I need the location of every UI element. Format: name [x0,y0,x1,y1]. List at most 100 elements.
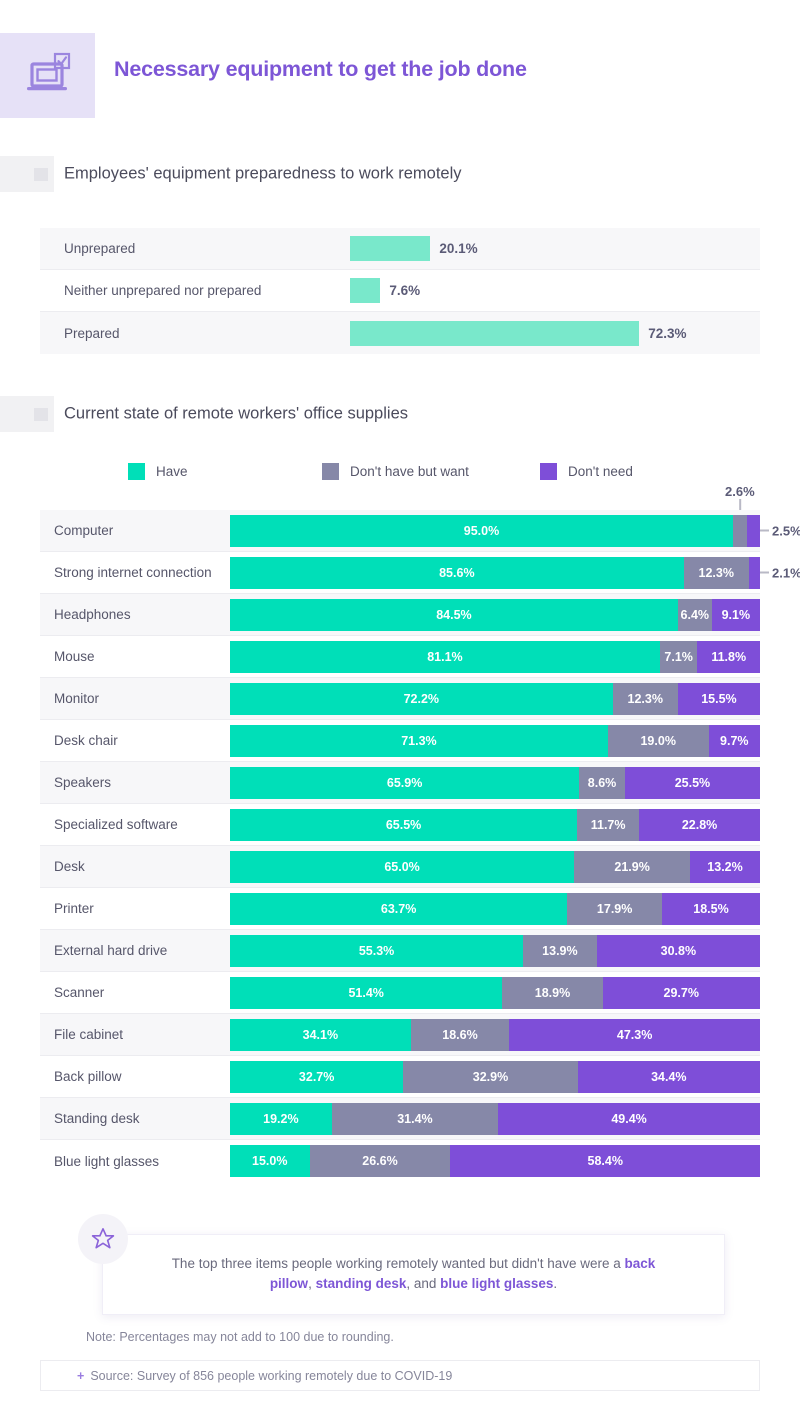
supplies-bar-track: 34.1% 18.6% 47.3% [230,1014,760,1055]
legend-label: Don't have but want [350,463,469,479]
supplies-bar-track: 84.5% 6.4% 9.1% [230,594,760,635]
segment-dont-need: 11.8% [697,640,760,673]
segment-have: 65.0% [230,850,575,883]
supplies-row: File cabinet 34.1% 18.6% 47.3% [40,1014,760,1056]
highlight-part4: . [553,1276,558,1292]
section-header-supplies: Current state of remote workers' office … [0,396,800,432]
highlight-text: The top three items people working remot… [102,1234,725,1315]
preparedness-row-label: Prepared [64,325,120,341]
segment-dont-have-but-want [732,514,747,547]
segment-have: 81.1% [230,640,660,673]
segment-have: 72.2% [230,682,613,715]
section-title-supplies: Current state of remote workers' office … [64,404,408,423]
preparedness-row-label: Unprepared [64,241,136,256]
callout-leader-line [760,529,769,532]
segment-value-label: 12.3% [627,691,663,706]
segment-value-label: 55.3% [358,943,395,958]
office-supplies-chart: Computer 95.0% 2.6% 2.5% Strong internet con… [40,484,800,1182]
callout-leader-line [738,499,741,510]
supplies-stacked-bar: 85.6% 12.3% [230,556,760,589]
legend-item-don-t-need[interactable]: Don't need [540,462,633,480]
segment-value-label: 58.4% [587,1154,623,1168]
segment-value-label: 2.1% [772,565,800,580]
supplies-row: Headphones 84.5% 6.4% 9.1% [40,594,760,636]
segment-value-label: 21.9% [614,859,650,874]
segment-have: 85.6% [230,556,684,589]
segment-have: 51.4% [230,976,503,1009]
segment-value-label: 13.2% [707,859,743,874]
segment-dont-need [748,556,760,589]
segment-dont-need: 22.8% [639,808,760,841]
preparedness-row: Neither unprepared nor prepared 7.6% [40,270,760,312]
segment-callout-top: 2.6% [725,484,755,510]
legend-item-have[interactable]: Have [128,462,188,480]
supplies-row-label: Standing desk [54,1111,140,1126]
segment-value-label: 12.3% [698,565,734,580]
segment-dont-have-but-want: 7.1% [659,640,698,673]
segment-dont-need: 34.4% [577,1060,760,1093]
source-box[interactable]: + Source: Survey of 856 people working r… [40,1360,760,1391]
segment-dont-have-but-want: 11.7% [577,808,640,841]
supplies-stacked-bar: 84.5% 6.4% 9.1% [230,598,760,631]
segment-value-label: 85.6% [439,565,475,580]
preparedness-bar-track: 20.1% [350,228,760,269]
segment-value-label: 2.6% [725,484,755,499]
supplies-row-label: Scanner [54,985,105,1000]
supplies-row-label: Specialized software [54,817,178,832]
segment-value-label: 34.4% [651,1069,687,1084]
segment-value-label: 15.5% [701,691,737,706]
supplies-stacked-bar: 19.2% 31.4% 49.4% [230,1102,760,1135]
preparedness-bar-value: 7.6% [389,283,421,298]
supplies-row: Back pillow 32.7% 32.9% 34.4% [40,1056,760,1098]
supplies-stacked-bar: 51.4% 18.9% 29.7% [230,976,760,1009]
supplies-bar-track: 51.4% 18.9% 29.7% [230,972,760,1013]
supplies-stacked-bar: 65.5% 11.7% 22.8% [230,808,760,841]
expand-plus-icon[interactable]: + [77,1369,84,1383]
segment-dont-need: 18.5% [662,892,760,925]
segment-callout-right: 2.1% [760,565,800,580]
legend-swatch-icon [128,462,145,480]
segment-value-label: 11.7% [590,817,626,832]
segment-dont-have-but-want: 12.3% [612,682,678,715]
supplies-stacked-bar: 81.1% 7.1% 11.8% [230,640,760,673]
segment-have: 32.7% [230,1060,404,1093]
segment-value-label: 26.6% [362,1154,398,1168]
legend-item-don-t-have-but-want[interactable]: Don't have but want [322,462,469,480]
segment-have: 95.0% [230,514,733,547]
segment-dont-have-but-want: 31.4% [331,1102,499,1135]
supplies-row: Speakers 65.9% 8.6% 25.5% [40,762,760,804]
segment-value-label: 84.5% [436,607,472,622]
supplies-bar-track: 95.0% 2.6% 2.5% [230,484,800,551]
supplies-row-label: Back pillow [54,1069,122,1084]
segment-value-label: 65.0% [384,859,420,874]
section-header-preparedness: Employees' equipment preparedness to wor… [0,156,800,192]
supplies-row: Printer 63.7% 17.9% 18.5% [40,888,760,930]
segment-value-label: 32.9% [472,1069,509,1084]
supplies-row-label: Headphones [54,607,131,622]
segment-have: 63.7% [230,892,568,925]
callout-leader-line [760,571,769,574]
segment-have: 65.5% [230,808,578,841]
preparedness-bar-track: 72.3% [350,312,760,354]
supplies-stacked-bar: 95.0% [230,514,760,547]
segment-value-label: 49.4% [611,1111,647,1126]
segment-dont-need: 30.8% [596,934,760,967]
supplies-row-label: Strong internet connection [54,565,212,580]
highlight-part1: The top three items people working remot… [171,1256,625,1271]
segment-value-label: 25.5% [674,775,711,790]
supplies-row: Specialized software 65.5% 11.7% 22.8% [40,804,760,846]
segment-value-label: 19.0% [640,733,676,748]
preparedness-row: Prepared 72.3% [40,312,760,354]
supplies-bar-track: 71.3% 19.0% 9.7% [230,720,760,761]
supplies-row: Monitor 72.2% 12.3% 15.5% [40,678,760,720]
legend-swatch-icon [540,462,557,480]
highlight-strong-2: standing desk [315,1276,407,1292]
supplies-bar-track: 81.1% 7.1% 11.8% [230,636,760,677]
supplies-row: Computer 95.0% 2.6% 2.5% [40,484,800,552]
preparedness-chart: Unprepared 20.1% Neither unprepared nor pr… [40,228,760,354]
supplies-stacked-bar: 72.2% 12.3% 15.5% [230,682,760,715]
supplies-row: External hard drive 55.3% 13.9% 30.8% [40,930,760,972]
segment-dont-need: 9.7% [708,724,760,757]
segment-value-label: 18.9% [534,985,571,1000]
preparedness-bar-value: 20.1% [439,241,478,256]
